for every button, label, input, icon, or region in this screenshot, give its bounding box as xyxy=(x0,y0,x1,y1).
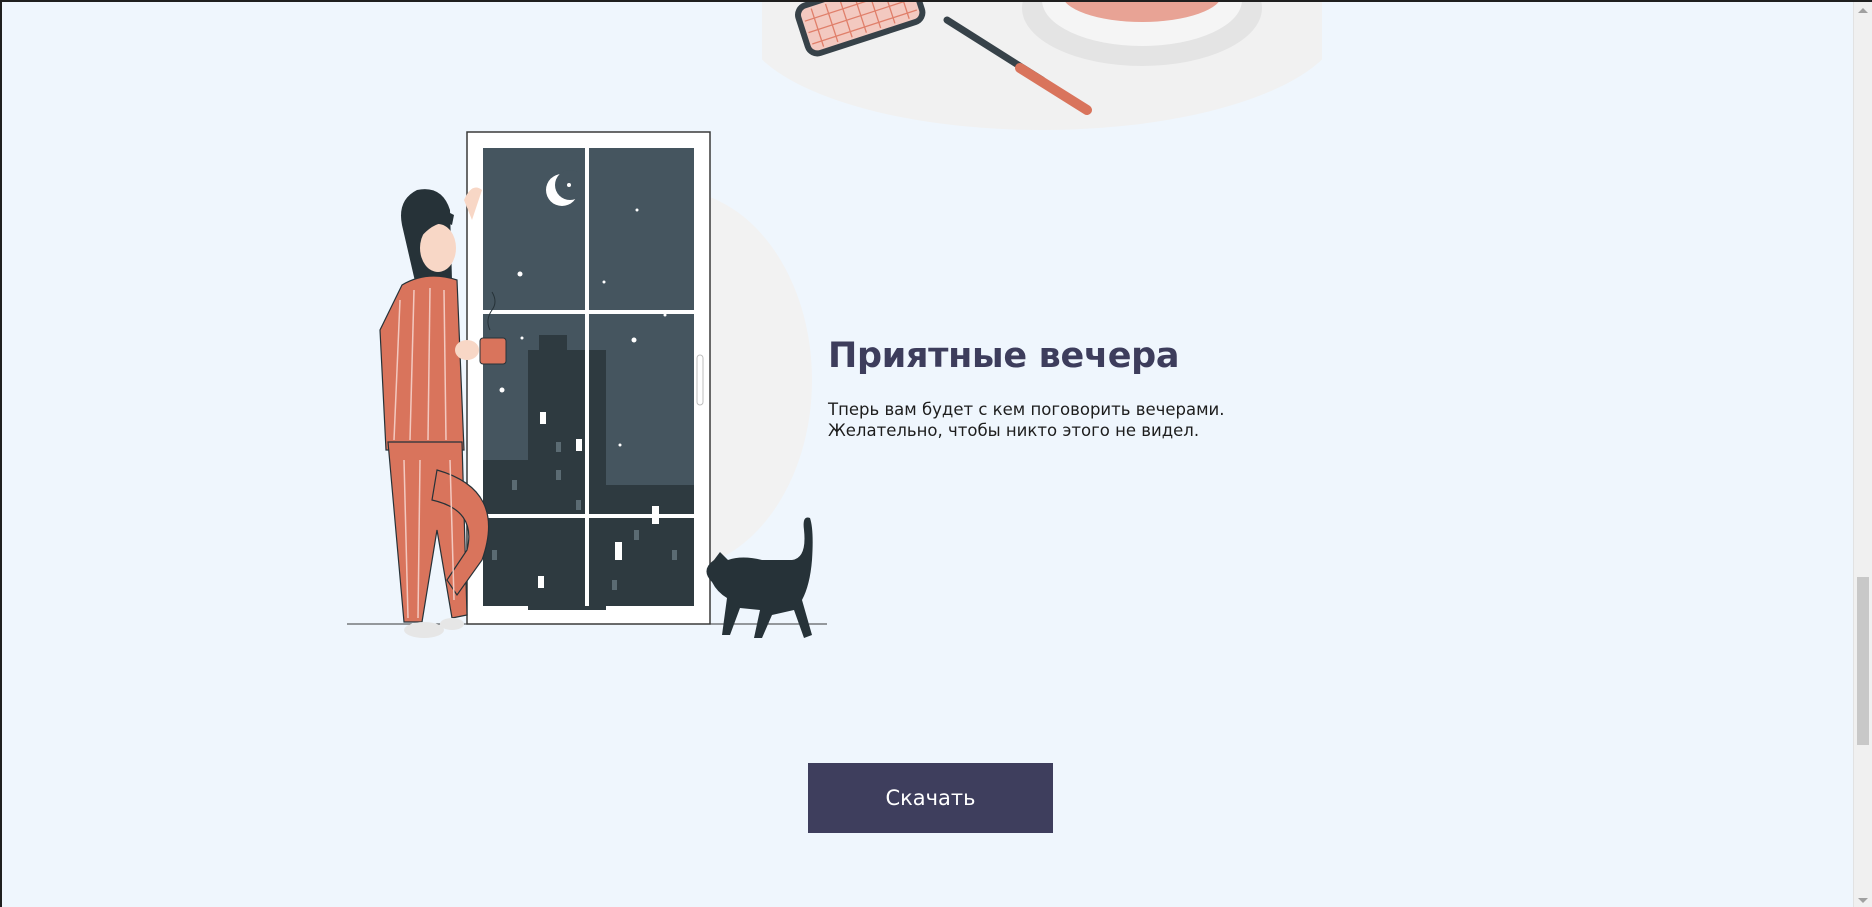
scroll-up-icon[interactable] xyxy=(1858,8,1868,13)
scrollbar-thumb[interactable] xyxy=(1857,577,1869,745)
description-line: Тперь вам будет с кем поговорить вечерам… xyxy=(828,400,1225,419)
feature-text-block: Приятные вечера Тперь вам будет с кем по… xyxy=(828,335,1328,442)
section-headline: Приятные вечера xyxy=(828,336,1180,376)
section-description: Тперь вам будет с кем поговорить вечерам… xyxy=(828,399,1328,442)
page: Приятные вечера Тперь вам будет с кем по… xyxy=(0,0,1872,907)
page-scrollbar[interactable] xyxy=(1853,2,1872,907)
scroll-down-icon[interactable] xyxy=(1858,898,1868,903)
description-line: Желательно, чтобы никто этого не видел. xyxy=(828,421,1200,441)
racket-plate-illustration xyxy=(762,2,1322,130)
download-button[interactable]: Скачать xyxy=(808,763,1053,833)
woman-window-cat-illustration xyxy=(347,131,827,638)
